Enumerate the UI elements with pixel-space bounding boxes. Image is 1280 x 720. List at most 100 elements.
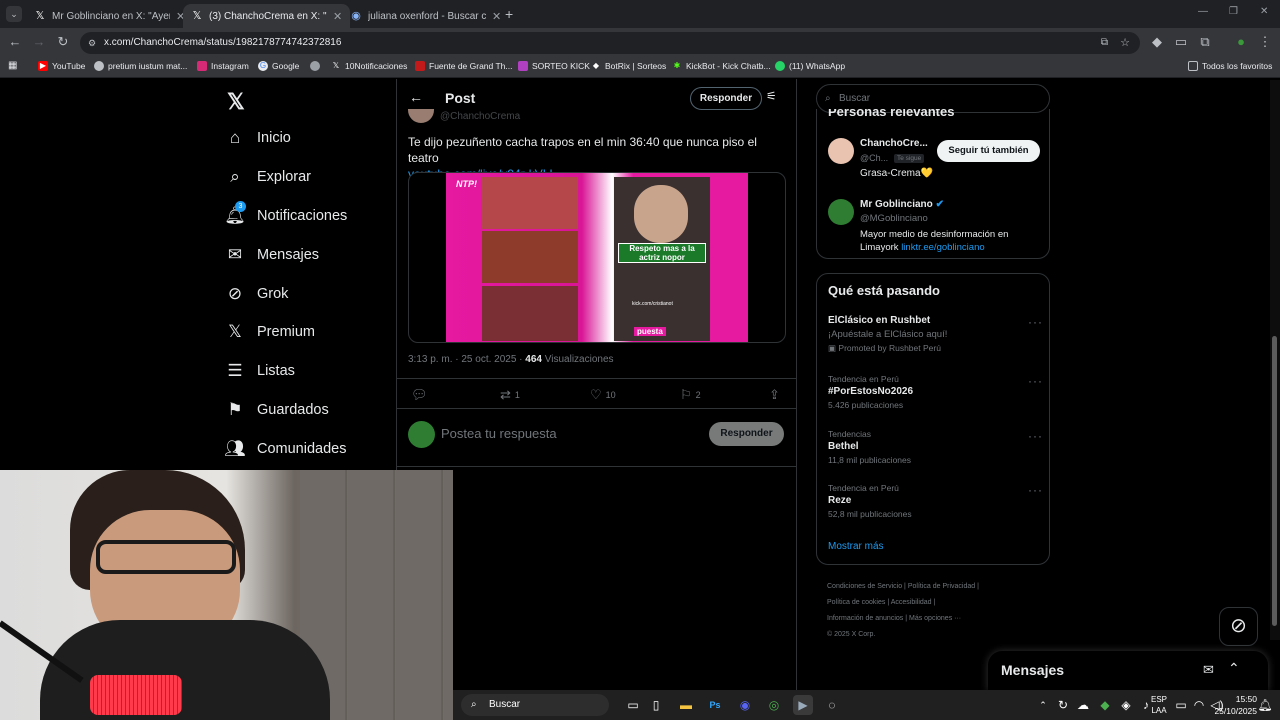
trend-item[interactable]: Tendencia en Perú Reze 52,8 mil publicac… (828, 483, 1043, 519)
menu-kebab-icon[interactable]: ⋮ (1256, 34, 1274, 50)
photoshop-icon[interactable]: Ps (705, 695, 725, 715)
tray-chevron-icon[interactable]: ⌃ (1033, 695, 1053, 715)
nav-item-grok[interactable]: ⊘ Grok (224, 279, 289, 309)
bookmark-item[interactable] (310, 61, 324, 71)
messages-drawer[interactable]: Mensajes ✉ ⌃ (988, 651, 1268, 691)
repost-action[interactable]: ⇄ 1 (500, 387, 520, 403)
discord-icon[interactable]: ◉ (735, 695, 755, 715)
language-indicator[interactable]: ESP LAA (1145, 694, 1173, 716)
chrome-icon[interactable]: ◎ (764, 695, 784, 715)
puzzle-icon[interactable]: ⧉ (1196, 34, 1214, 50)
apps-grid-icon[interactable]: ▦ (8, 60, 17, 71)
page-scrollbar[interactable] (1270, 80, 1280, 640)
grok-floating-button[interactable]: ⊘ (1219, 607, 1258, 646)
tray-app-icon[interactable]: ◈ (1116, 695, 1136, 715)
show-more-link[interactable]: Mostrar más (828, 541, 884, 552)
reload-icon[interactable]: ↻ (54, 34, 72, 50)
app-icon[interactable]: ▯ (646, 695, 666, 715)
install-icon[interactable]: ⧉ (1101, 32, 1108, 54)
tray-icon[interactable]: ↻ (1053, 695, 1073, 715)
bookmark-icon: ⚑ (227, 400, 243, 419)
nav-item-explorar[interactable]: ⌕ Explorar (224, 162, 311, 192)
collage-panel (482, 231, 578, 283)
streaming-app-icon[interactable]: ▶ (793, 695, 813, 715)
obs-icon[interactable]: ◌ (822, 695, 842, 715)
bookmark-item[interactable]: Instagram (197, 61, 249, 71)
clock[interactable]: 15:50 25/10/2025 (1205, 693, 1257, 717)
file-explorer-icon[interactable]: ▬ (676, 695, 696, 715)
nav-item-comunidades[interactable]: 👥︎ Comunidades (224, 434, 346, 464)
reply-submit-button[interactable]: Responder (709, 422, 784, 446)
task-view-icon[interactable]: ▭ (623, 695, 643, 715)
repost-icon: ⇄ (500, 387, 511, 402)
new-message-icon[interactable]: ✉ (1203, 662, 1214, 678)
forward-icon[interactable]: → (30, 34, 48, 49)
share-action[interactable]: ⇪ (769, 387, 784, 403)
all-bookmarks-folder[interactable]: Todos los favoritos (1188, 61, 1272, 71)
site-info-icon[interactable]: ⚙ (88, 32, 96, 54)
media-icon[interactable]: ▭ (1172, 34, 1190, 50)
back-arrow-icon[interactable]: ← (409, 89, 423, 105)
post-media[interactable]: NTP! Respeto mas a la actriz nopor kick.… (408, 172, 786, 343)
bookmark-item[interactable]: SORTEO KICK (518, 61, 590, 71)
minimize-icon[interactable]: — (1198, 6, 1208, 17)
tab-search-dropdown-icon[interactable]: ⌄ (6, 6, 22, 22)
bookmark-item[interactable]: G Google (258, 61, 299, 71)
nav-item-notificaciones[interactable]: 🔔︎ 3 Notificaciones (224, 201, 347, 231)
close-tab-icon[interactable]: ✕ (492, 10, 501, 23)
new-tab-icon[interactable]: + (505, 6, 513, 22)
bookmark-item[interactable]: pretium iustum mat... (94, 61, 187, 71)
nav-item-premium[interactable]: 𝕏 Premium (224, 317, 315, 347)
scroll-thumb[interactable] (1272, 336, 1277, 626)
bookmark-item[interactable]: ◆ BotRix | Sorteos (591, 61, 666, 71)
bookmark-item[interactable]: ▶ YouTube (38, 61, 85, 71)
monitor-icon[interactable]: ▭ (1171, 695, 1191, 715)
follow-back-button[interactable]: Seguir tú también (937, 140, 1040, 162)
post-timestamp[interactable]: 3:13 p. m. · 25 oct. 2025 · (408, 354, 525, 365)
sliders-icon[interactable]: ⚟ (766, 89, 777, 103)
author-handle[interactable]: @ChanchoCrema (440, 111, 520, 122)
back-icon[interactable]: ← (6, 34, 24, 49)
close-window-icon[interactable]: ✕ (1260, 6, 1268, 17)
more-options-icon[interactable]: ··· (1028, 429, 1043, 443)
extension-icon[interactable]: ◆ (1148, 34, 1166, 50)
like-action[interactable]: ♡ 10 (590, 387, 616, 403)
bookmark-item[interactable]: ✱ KickBot - Kick Chatb... (672, 61, 771, 71)
trend-item[interactable]: Tendencia en Perú #PorEstosNo2026 5.426 … (828, 374, 1043, 410)
cloud-icon[interactable]: ☁ (1073, 695, 1093, 715)
bookmark-item[interactable]: 𝕏 10Notificaciones (331, 61, 408, 71)
reply-input[interactable]: Postea tu respuesta (441, 426, 557, 441)
browser-tab[interactable]: 𝕏 Mr Goblinciano en X: "Ayer la se ✕ (26, 4, 193, 28)
person-row[interactable]: Mr Goblinciano ✔ @MGoblinciano Mayor med… (817, 196, 1049, 256)
person-row[interactable]: ChanchoCre... @Ch... Te sigue Seguir tú … (817, 135, 1049, 183)
browser-tab[interactable]: ◉ juliana oxenford - Buscar con G ✕ (342, 4, 509, 28)
taskbar-search[interactable]: ⌕ Buscar (461, 694, 609, 716)
nav-item-guardados[interactable]: ⚑ Guardados (224, 395, 328, 425)
x-logo-icon[interactable]: 𝕏 (227, 89, 245, 115)
bookmark-item[interactable]: Fuente de Grand Th... (415, 61, 512, 71)
maximize-icon[interactable]: ❐ (1229, 6, 1238, 17)
nav-item-inicio[interactable]: ⌂ Inicio (224, 123, 291, 153)
reply-header-button[interactable]: Responder (690, 87, 762, 110)
bookmark-action[interactable]: ⚐ 2 (680, 387, 701, 403)
tray-app-icon[interactable]: ◆ (1095, 695, 1115, 715)
star-bookmark-icon[interactable]: ☆ (1120, 32, 1130, 54)
nav-item-mensajes[interactable]: ✉ Mensajes (224, 240, 319, 270)
url-input[interactable]: ⚙ x.com/ChanchoCrema/status/198217877474… (80, 32, 1140, 54)
more-options-icon[interactable]: ··· (1028, 483, 1043, 497)
more-options-icon[interactable]: ··· (1028, 315, 1043, 329)
notifications-icon[interactable]: 🔔︎ (1255, 695, 1275, 715)
trend-item[interactable]: ElClásico en Rushbet ¡Apuéstale a ElClás… (828, 315, 1043, 354)
bookmark-item[interactable]: (11) WhatsApp (775, 61, 845, 71)
nav-item-listas[interactable]: ☰ Listas (224, 356, 295, 386)
profile-avatar-icon[interactable]: ● (1232, 34, 1250, 49)
browser-tab-active[interactable]: 𝕏 (3) ChanchoCrema en X: "@MG ✕ (183, 4, 351, 28)
trend-item[interactable]: Tendencias Bethel 11,8 mil publicaciones… (828, 429, 1043, 465)
close-tab-icon[interactable]: ✕ (333, 10, 342, 23)
expand-up-icon[interactable]: ⌃ (1228, 660, 1240, 677)
more-options-icon[interactable]: ··· (1028, 374, 1043, 388)
reply-action[interactable]: 💬︎ (411, 387, 432, 403)
webcam-microphone (90, 675, 182, 715)
bio-link[interactable]: linktr.ee/goblinciano (901, 242, 984, 253)
author-avatar[interactable] (408, 109, 434, 123)
